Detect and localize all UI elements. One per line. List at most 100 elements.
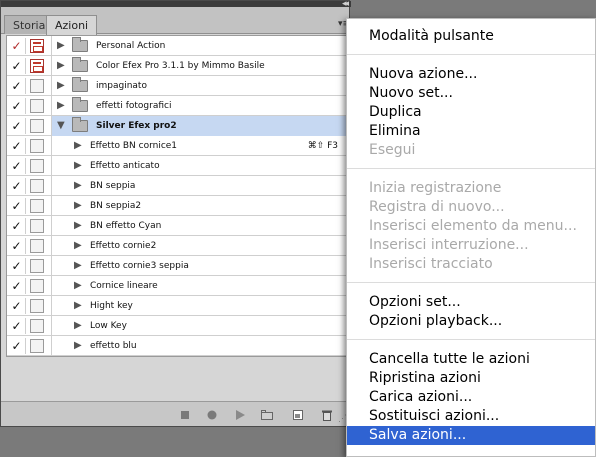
action-row[interactable]: ✓ ▶ BN seppia — [7, 176, 348, 196]
action-row[interactable]: ✓ ▶ Effetto BN cornice1 ⌘⇧ F3 — [7, 136, 348, 156]
row-content[interactable]: ▶ Cornice lineare — [51, 276, 348, 296]
toggle-item-checkbox[interactable]: ✓ — [8, 278, 26, 294]
menu-item[interactable]: Nuovo set... — [347, 84, 595, 103]
toggle-item-checkbox[interactable]: ✓ — [8, 178, 26, 194]
toggle-dialog-icon[interactable] — [30, 239, 44, 253]
row-content[interactable]: ▶ Effetto cornie2 — [51, 236, 348, 256]
toggle-item-checkbox[interactable]: ✓ — [8, 78, 26, 94]
disclosure-collapsed-icon[interactable]: ▶ — [74, 160, 82, 171]
row-content[interactable]: ▼ Silver Efex pro2 — [51, 116, 348, 136]
toggle-dialog-icon[interactable] — [30, 59, 44, 73]
disclosure-collapsed-icon[interactable]: ▶ — [57, 60, 65, 71]
disclosure-collapsed-icon[interactable]: ▶ — [57, 100, 65, 111]
action-row[interactable]: ✓ ▶ effetto blu — [7, 336, 348, 356]
action-set-row[interactable]: ✓ ▶ Color Efex Pro 3.1.1 by Mimmo Basile — [7, 56, 348, 76]
tab-azioni[interactable]: Azioni — [46, 15, 98, 35]
menu-item[interactable]: Ripristina azioni — [347, 369, 595, 388]
toggle-dialog-icon[interactable] — [30, 259, 44, 273]
menu-item[interactable]: Sostituisci azioni... — [347, 407, 595, 426]
toggle-item-checkbox[interactable]: ✓ — [8, 338, 26, 354]
row-content[interactable]: ▶ Effetto cornie3 seppia — [51, 256, 348, 276]
disclosure-collapsed-icon[interactable]: ▶ — [74, 200, 82, 211]
menu-item[interactable]: Opzioni set... — [347, 293, 595, 312]
action-row[interactable]: ✓ ▶ BN seppia2 — [7, 196, 348, 216]
disclosure-collapsed-icon[interactable]: ▶ — [74, 260, 82, 271]
toggle-dialog-icon[interactable] — [30, 99, 44, 113]
disclosure-collapsed-icon[interactable]: ▶ — [74, 240, 82, 251]
row-content[interactable]: ▶ Color Efex Pro 3.1.1 by Mimmo Basile — [51, 56, 348, 76]
row-label: Effetto anticato — [90, 161, 160, 171]
toggle-item-checkbox[interactable]: ✓ — [8, 38, 26, 54]
toggle-item-checkbox[interactable]: ✓ — [8, 158, 26, 174]
disclosure-collapsed-icon[interactable]: ▶ — [74, 280, 82, 291]
action-row[interactable]: ✓ ▶ Low Key — [7, 316, 348, 336]
row-content[interactable]: ▶ BN seppia — [51, 176, 348, 196]
disclosure-collapsed-icon[interactable]: ▶ — [74, 320, 82, 331]
action-set-row[interactable]: ✓ ▼ Silver Efex pro2 — [7, 116, 348, 136]
trash-icon[interactable] — [321, 408, 333, 421]
toggle-dialog-icon[interactable] — [30, 219, 44, 233]
toggle-item-checkbox[interactable]: ✓ — [8, 218, 26, 234]
toggle-item-checkbox[interactable]: ✓ — [8, 298, 26, 314]
menu-item[interactable]: Nuova azione... — [347, 65, 595, 84]
action-set-row[interactable]: ✓ ▶ impaginato — [7, 76, 348, 96]
row-content[interactable]: ▶ effetto blu — [51, 336, 348, 356]
toggle-item-checkbox[interactable]: ✓ — [8, 258, 26, 274]
toggle-item-checkbox[interactable]: ✓ — [8, 198, 26, 214]
row-content[interactable]: ▶ Effetto BN cornice1 ⌘⇧ F3 — [51, 136, 348, 156]
disclosure-collapsed-icon[interactable]: ▶ — [74, 180, 82, 191]
toggle-item-checkbox[interactable]: ✓ — [8, 138, 26, 154]
disclosure-collapsed-icon[interactable]: ▶ — [57, 80, 65, 91]
disclosure-collapsed-icon[interactable]: ▶ — [74, 340, 82, 351]
action-row[interactable]: ✓ ▶ BN effetto Cyan — [7, 216, 348, 236]
menu-item[interactable]: Elimina — [347, 122, 595, 141]
action-row[interactable]: ✓ ▶ Effetto cornie2 — [7, 236, 348, 256]
menu-item[interactable]: Modalità pulsante — [347, 27, 595, 46]
disclosure-expanded-icon[interactable]: ▼ — [57, 120, 65, 131]
row-content[interactable]: ▶ Effetto anticato — [51, 156, 348, 176]
action-set-row[interactable]: ✓ ▶ Personal Action — [7, 36, 348, 56]
toggle-dialog-icon[interactable] — [30, 339, 44, 353]
disclosure-collapsed-icon[interactable]: ▶ — [74, 140, 82, 151]
action-row[interactable]: ✓ ▶ Cornice lineare — [7, 276, 348, 296]
toggle-dialog-icon[interactable] — [30, 179, 44, 193]
toggle-dialog-icon[interactable] — [30, 199, 44, 213]
disclosure-collapsed-icon[interactable]: ▶ — [74, 220, 82, 231]
toggle-item-checkbox[interactable]: ✓ — [8, 318, 26, 334]
menu-item[interactable]: Cancella tutte le azioni — [347, 350, 595, 369]
toggle-dialog-icon[interactable] — [30, 79, 44, 93]
play-icon[interactable] — [234, 408, 246, 420]
action-set-row[interactable]: ✓ ▶ effetti fotografici — [7, 96, 348, 116]
row-content[interactable]: ▶ effetti fotografici — [51, 96, 348, 116]
stop-icon[interactable] — [179, 408, 191, 420]
row-content[interactable]: ▶ Low Key — [51, 316, 348, 336]
action-row[interactable]: ✓ ▶ Effetto cornie3 seppia — [7, 256, 348, 276]
row-content[interactable]: ▶ impaginato — [51, 76, 348, 96]
toggle-dialog-icon[interactable] — [30, 319, 44, 333]
toggle-item-checkbox[interactable]: ✓ — [8, 118, 26, 134]
row-content[interactable]: ▶ Hight key — [51, 296, 348, 316]
toggle-dialog-icon[interactable] — [30, 139, 44, 153]
menu-item[interactable]: Carica azioni... — [347, 388, 595, 407]
toggle-dialog-icon[interactable] — [30, 119, 44, 133]
toggle-dialog-icon[interactable] — [30, 279, 44, 293]
toggle-dialog-icon[interactable] — [30, 159, 44, 173]
toggle-dialog-icon[interactable] — [30, 39, 44, 53]
row-content[interactable]: ▶ BN seppia2 — [51, 196, 348, 216]
action-row[interactable]: ✓ ▶ Effetto anticato — [7, 156, 348, 176]
row-content[interactable]: ▶ BN effetto Cyan — [51, 216, 348, 236]
menu-item[interactable]: Opzioni playback... — [347, 312, 595, 331]
new-action-icon[interactable] — [292, 408, 304, 420]
toggle-item-checkbox[interactable]: ✓ — [8, 58, 26, 74]
row-content[interactable]: ▶ Personal Action — [51, 36, 348, 56]
toggle-item-checkbox[interactable]: ✓ — [8, 238, 26, 254]
toggle-item-checkbox[interactable]: ✓ — [8, 98, 26, 114]
toggle-dialog-icon[interactable] — [30, 299, 44, 313]
menu-item[interactable]: Salva azioni... — [347, 426, 595, 445]
disclosure-collapsed-icon[interactable]: ▶ — [74, 300, 82, 311]
disclosure-collapsed-icon[interactable]: ▶ — [57, 40, 65, 51]
new-set-icon[interactable] — [261, 408, 273, 420]
action-row[interactable]: ✓ ▶ Hight key — [7, 296, 348, 316]
record-icon[interactable] — [206, 408, 218, 420]
menu-item[interactable]: Duplica — [347, 103, 595, 122]
